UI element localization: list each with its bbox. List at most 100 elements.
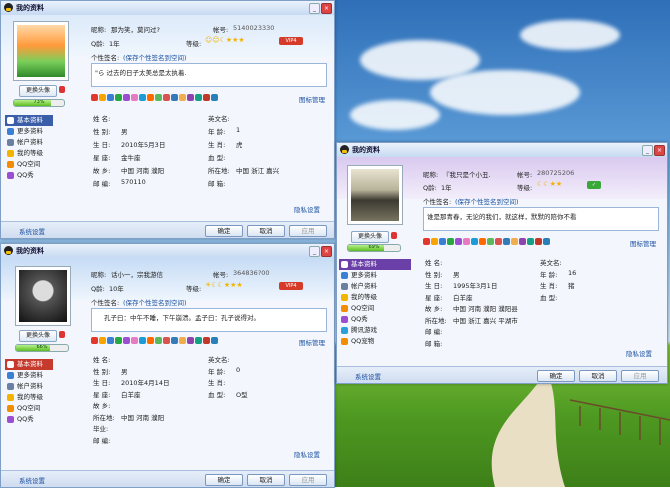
minimize-button[interactable]: _ bbox=[309, 246, 320, 257]
system-settings-link[interactable]: 系统设置 bbox=[19, 226, 45, 236]
service-icon[interactable] bbox=[115, 337, 122, 344]
service-icon[interactable] bbox=[503, 238, 510, 245]
service-icon[interactable] bbox=[423, 238, 430, 245]
service-icon[interactable] bbox=[543, 238, 550, 245]
change-avatar-button[interactable]: 更换头像 bbox=[19, 85, 57, 97]
sidebar-item-level[interactable]: 我的等级 bbox=[339, 292, 411, 303]
service-icon[interactable] bbox=[107, 94, 114, 101]
sidebar-item-pet[interactable]: QQ宠物 bbox=[339, 336, 411, 347]
service-icon[interactable] bbox=[203, 94, 210, 101]
titlebar[interactable]: 我的资料 _ × bbox=[337, 143, 667, 158]
service-icon[interactable] bbox=[123, 94, 130, 101]
service-icon[interactable] bbox=[155, 337, 162, 344]
sig-save-link[interactable]: (保存个性签名到空间) bbox=[123, 52, 187, 62]
icon-manage-link[interactable]: 图标管理 bbox=[299, 337, 325, 347]
sidebar-item-qqshow[interactable]: QQ秀 bbox=[339, 314, 411, 325]
service-icon[interactable] bbox=[519, 238, 526, 245]
cancel-button[interactable]: 取消 bbox=[247, 225, 285, 237]
sidebar-item-basic[interactable]: 基本资料 bbox=[5, 115, 53, 126]
icon-manage-link[interactable]: 图标管理 bbox=[299, 94, 325, 104]
sidebar-item-more[interactable]: 更多资料 bbox=[5, 370, 53, 381]
service-icon[interactable] bbox=[527, 238, 534, 245]
service-icon[interactable] bbox=[179, 337, 186, 344]
service-icon[interactable] bbox=[115, 94, 122, 101]
service-icon[interactable] bbox=[147, 337, 154, 344]
service-icon[interactable] bbox=[195, 94, 202, 101]
service-icon[interactable] bbox=[163, 337, 170, 344]
sidebar-item-basic[interactable]: 基本资料 bbox=[339, 259, 411, 270]
service-icon[interactable] bbox=[455, 238, 462, 245]
service-icon[interactable] bbox=[99, 94, 106, 101]
privacy-settings-link[interactable]: 隐私设置 bbox=[294, 204, 320, 214]
cancel-button[interactable]: 取消 bbox=[579, 370, 617, 382]
sig-save-link[interactable]: (保存个性签名到空间) bbox=[123, 297, 187, 307]
sidebar-item-games[interactable]: 腾讯游戏 bbox=[339, 325, 411, 336]
sidebar-item-more[interactable]: 更多资料 bbox=[339, 270, 411, 281]
service-icon[interactable] bbox=[171, 337, 178, 344]
service-icon[interactable] bbox=[107, 337, 114, 344]
sidebar-item-more[interactable]: 更多资料 bbox=[5, 126, 53, 137]
service-icon[interactable] bbox=[179, 94, 186, 101]
sidebar-item-qzone[interactable]: QQ空间 bbox=[5, 403, 53, 414]
service-icon[interactable] bbox=[139, 337, 146, 344]
sig-save-link[interactable]: (保存个性签名到空间) bbox=[455, 196, 519, 206]
ok-button[interactable]: 确定 bbox=[205, 225, 243, 237]
service-icon[interactable] bbox=[91, 94, 98, 101]
service-icon[interactable] bbox=[211, 337, 218, 344]
service-icon[interactable] bbox=[535, 238, 542, 245]
service-icon[interactable] bbox=[123, 337, 130, 344]
service-icon[interactable] bbox=[479, 238, 486, 245]
signature-box[interactable]: "ら 过去的日子太美总是太执着. bbox=[91, 63, 327, 87]
minimize-button[interactable]: _ bbox=[309, 3, 320, 14]
service-icon[interactable] bbox=[471, 238, 478, 245]
service-icon[interactable] bbox=[495, 238, 502, 245]
service-icon[interactable] bbox=[487, 238, 494, 245]
service-icon[interactable] bbox=[203, 337, 210, 344]
service-icon[interactable] bbox=[91, 337, 98, 344]
service-icon[interactable] bbox=[463, 238, 470, 245]
service-icon[interactable] bbox=[99, 337, 106, 344]
service-icon[interactable] bbox=[155, 94, 162, 101]
service-icon[interactable] bbox=[195, 337, 202, 344]
ok-button[interactable]: 确定 bbox=[537, 370, 575, 382]
privacy-settings-link[interactable]: 隐私设置 bbox=[626, 348, 652, 358]
service-icon[interactable] bbox=[187, 337, 194, 344]
change-avatar-button[interactable]: 更换头像 bbox=[351, 231, 389, 243]
privacy-settings-link[interactable]: 隐私设置 bbox=[294, 449, 320, 459]
service-icon[interactable] bbox=[439, 238, 446, 245]
service-icon[interactable] bbox=[447, 238, 454, 245]
cancel-button[interactable]: 取消 bbox=[247, 474, 285, 486]
sidebar-item-level[interactable]: 我的等级 bbox=[5, 148, 53, 159]
sidebar-item-level[interactable]: 我的等级 bbox=[5, 392, 53, 403]
apply-button[interactable]: 应用 bbox=[289, 474, 327, 486]
service-icon[interactable] bbox=[163, 94, 170, 101]
sidebar-item-account[interactable]: 帐户资料 bbox=[5, 137, 53, 148]
close-button[interactable]: × bbox=[321, 246, 332, 257]
sidebar-item-qqshow[interactable]: QQ秀 bbox=[5, 170, 53, 181]
service-icon[interactable] bbox=[187, 94, 194, 101]
sidebar-item-basic[interactable]: 基本资料 bbox=[5, 359, 53, 370]
signature-box[interactable]: 孔子曰：中午不睡，下午崩溃。孟子曰：孔子说得对。 bbox=[91, 308, 327, 332]
close-button[interactable]: × bbox=[654, 145, 665, 156]
sidebar-item-account[interactable]: 帐户资料 bbox=[5, 381, 53, 392]
change-avatar-button[interactable]: 更换头像 bbox=[19, 330, 57, 342]
apply-button[interactable]: 应用 bbox=[621, 370, 659, 382]
service-icon[interactable] bbox=[171, 94, 178, 101]
sidebar-item-account[interactable]: 帐户资料 bbox=[339, 281, 411, 292]
icon-manage-link[interactable]: 图标管理 bbox=[630, 238, 656, 248]
titlebar[interactable]: 我的资料 _ × bbox=[1, 1, 334, 16]
signature-box[interactable]: 谁是那青春，无论的我们，就这样，默默的陪你不看 bbox=[423, 207, 659, 231]
system-settings-link[interactable]: 系统设置 bbox=[19, 475, 45, 485]
close-button[interactable]: × bbox=[321, 3, 332, 14]
minimize-button[interactable]: _ bbox=[642, 145, 653, 156]
service-icon[interactable] bbox=[431, 238, 438, 245]
ok-button[interactable]: 确定 bbox=[205, 474, 243, 486]
titlebar[interactable]: 我的资料 _ × bbox=[1, 244, 334, 259]
sidebar-item-qzone[interactable]: QQ空间 bbox=[5, 159, 53, 170]
service-icon[interactable] bbox=[131, 94, 138, 101]
sidebar-item-qqshow[interactable]: QQ秀 bbox=[5, 414, 53, 425]
system-settings-link[interactable]: 系统设置 bbox=[355, 371, 381, 381]
sidebar-item-qzone[interactable]: QQ空间 bbox=[339, 303, 411, 314]
apply-button[interactable]: 应用 bbox=[289, 225, 327, 237]
service-icon[interactable] bbox=[511, 238, 518, 245]
